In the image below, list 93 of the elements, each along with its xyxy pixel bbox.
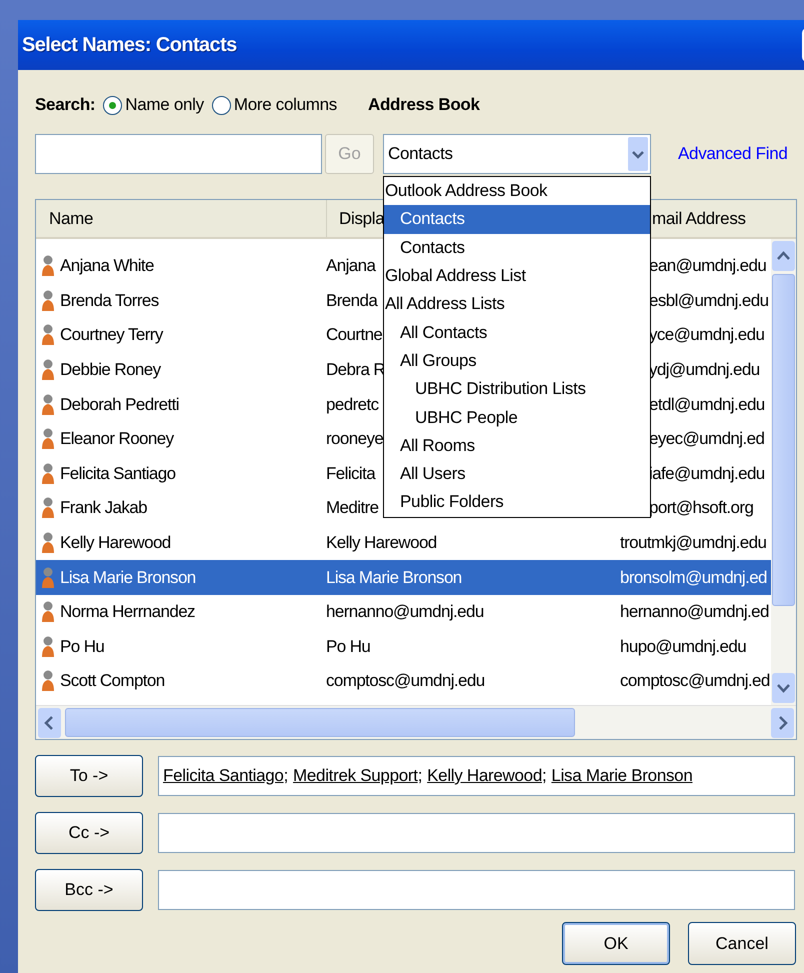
- recipient-field[interactable]: [158, 870, 795, 910]
- recipient-name: Lisa Marie Bronson: [551, 766, 692, 786]
- column-header[interactable]: Name: [36, 200, 98, 237]
- contact-icon: [42, 497, 54, 520]
- table-cell: Lisa Marie Bronson: [326, 560, 616, 595]
- recipient-button[interactable]: Bcc ->: [35, 869, 143, 911]
- contact-icon: [42, 428, 54, 450]
- search-field[interactable]: [35, 134, 322, 174]
- table-cell-text: comptosc@umdnj.edu: [326, 670, 486, 692]
- menu-item[interactable]: All Address Lists: [384, 290, 650, 318]
- contact-name[interactable]: Deborah Pedretti: [36, 387, 326, 422]
- contact-icon: [42, 670, 54, 692]
- menu-item[interactable]: Public Folders: [384, 488, 650, 517]
- contact-icon: [42, 601, 54, 624]
- contact-name[interactable]: Kelly Harewood: [36, 526, 326, 560]
- contact-name[interactable]: Norma Herrnandez: [36, 594, 326, 630]
- menu-item[interactable]: All Rooms: [384, 432, 650, 460]
- table-cell-text: ydj@umdnj.edu: [649, 359, 760, 382]
- contact-icon: [42, 255, 54, 278]
- scroll-down-icon[interactable]: [772, 673, 795, 703]
- recipient-field[interactable]: [158, 813, 795, 853]
- menu-item[interactable]: All Groups: [384, 346, 650, 376]
- contact-name[interactable]: Scott Compton: [36, 664, 326, 699]
- table-cell-text: Meditre: [326, 497, 378, 520]
- table-cell-text: Kelly Harewood: [326, 532, 438, 554]
- separator: ;: [418, 766, 422, 786]
- scroll-up-icon[interactable]: [772, 241, 795, 271]
- table-cell-text: etdl@umdnj.edu: [649, 394, 765, 416]
- table-cell-text: port@hsoft.org: [649, 497, 754, 520]
- column-header[interactable]: mail Address: [652, 200, 750, 237]
- separator: ;: [542, 766, 546, 786]
- table-cell-text: iafe@umdnj.edu: [649, 462, 765, 485]
- table-cell-text: troutmkj@umdnj.edu: [619, 532, 768, 554]
- menu-item[interactable]: All Contacts: [384, 318, 650, 347]
- table-cell-text: Anjana: [326, 255, 376, 278]
- contact-name[interactable]: Debbie Roney: [36, 352, 326, 388]
- table-cell: bronsolm@umdnj.ed: [616, 560, 771, 595]
- recipient-name: Kelly Harewood: [427, 766, 542, 786]
- search-option[interactable]: More columns: [212, 95, 337, 115]
- dialog-button[interactable]: OK: [562, 922, 670, 965]
- table-cell-text: yce@umdnj.edu: [649, 324, 764, 346]
- menu-item[interactable]: Contacts: [384, 205, 650, 234]
- table-cell-text: pedretc: [326, 394, 379, 416]
- table-cell-text: hupo@umdnj.edu: [619, 636, 748, 658]
- advanced-find-link[interactable]: Advanced Find: [678, 144, 788, 164]
- menu-item[interactable]: All Users: [384, 460, 650, 488]
- table-cell-text: hernanno@umdnj.ed: [619, 601, 770, 624]
- menu-item[interactable]: Global Address List: [384, 262, 650, 290]
- contact-name[interactable]: Frank Jakab: [36, 491, 326, 526]
- table-cell-text: esbl@umdnj.edu: [649, 290, 768, 312]
- recipient-name: Felicita Santiago: [163, 766, 284, 786]
- contact-icon: [42, 394, 54, 416]
- contact-icon: [42, 566, 54, 589]
- contact-name[interactable]: Eleanor Rooney: [36, 422, 326, 457]
- address-book-dropdown[interactable]: Contacts: [383, 134, 651, 174]
- table-cell-text: hernanno@umdnj.edu: [326, 601, 485, 624]
- scroll-right-icon[interactable]: [771, 708, 794, 738]
- contact-icon: [42, 324, 54, 346]
- recipient-button[interactable]: Cc ->: [35, 812, 143, 854]
- dialog-button[interactable]: Cancel: [688, 922, 796, 965]
- table-cell-text: comptosc@umdnj.ed: [619, 670, 771, 692]
- contact-icon: [42, 636, 54, 658]
- address-book-label: Address Book: [368, 95, 480, 115]
- table-cell-text: Felicita: [326, 462, 376, 485]
- column-header[interactable]: Displa: [326, 200, 388, 237]
- contact-name[interactable]: Courtney Terry: [36, 318, 326, 353]
- window-title: Select Names: Contacts: [22, 34, 237, 56]
- contact-icon: [42, 359, 54, 382]
- contact-icon: [42, 290, 54, 312]
- table-cell-text: ean@umdnj.edu: [649, 255, 766, 278]
- contact-icon: [42, 532, 54, 554]
- separator: ;: [284, 766, 288, 786]
- table-cell-text: Courtne: [326, 324, 382, 346]
- scroll-left-icon[interactable]: [38, 708, 61, 738]
- contact-name[interactable]: Felicita Santiago: [36, 456, 326, 492]
- contact-icon: [42, 462, 54, 485]
- contact-name[interactable]: Anjana White: [36, 249, 326, 284]
- table-cell-text: Po Hu: [326, 636, 372, 658]
- vertical-scrollbar[interactable]: [771, 239, 796, 705]
- recipient-field[interactable]: Felicita Santiago; Meditrek Support; Kelly Harewood; Lisa Marie Bronson: [158, 756, 795, 796]
- table-cell-text: eyec@umdnj.ed: [649, 428, 764, 450]
- menu-item[interactable]: UBHC People: [384, 403, 650, 432]
- search-option[interactable]: Name only: [103, 95, 204, 115]
- recipient-name: Meditrek Support: [293, 766, 418, 786]
- contact-name[interactable]: Brenda Torres: [36, 284, 326, 318]
- table-cell-text: Brenda: [326, 290, 378, 312]
- contact-name[interactable]: Po Hu: [36, 630, 326, 664]
- menu-item[interactable]: UBHC Distribution Lists: [384, 375, 650, 404]
- horizontal-scrollbar[interactable]: [36, 705, 796, 739]
- table-cell-text: rooneye: [326, 428, 384, 450]
- recipient-button[interactable]: To ->: [35, 755, 143, 797]
- contact-name[interactable]: Lisa Marie Bronson: [36, 560, 326, 595]
- search-label: Search:: [35, 95, 96, 115]
